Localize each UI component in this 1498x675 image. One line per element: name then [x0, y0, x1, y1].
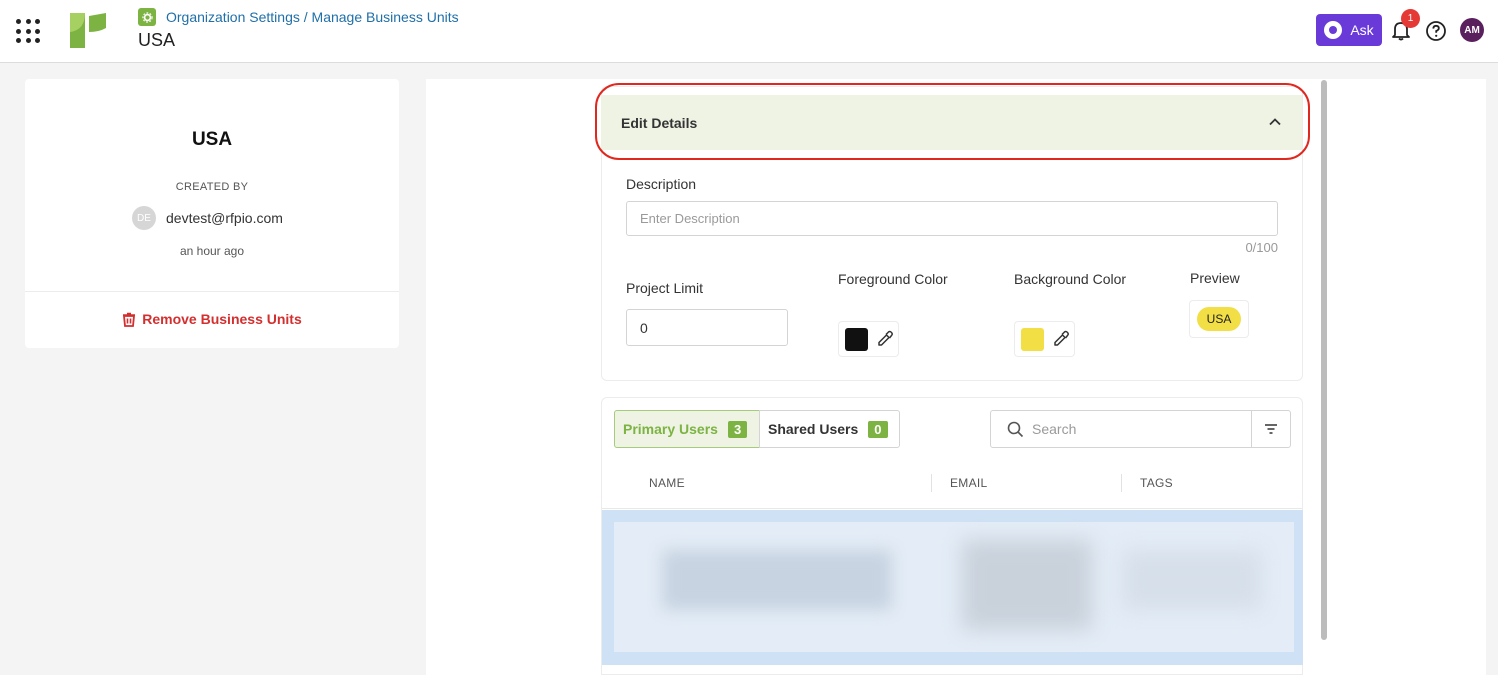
breadcrumb-separator: /	[299, 9, 312, 25]
column-header-tags[interactable]: TAGS	[1140, 476, 1173, 490]
unit-name: USA	[191, 129, 233, 150]
foreground-swatch	[845, 327, 868, 351]
edit-details-header[interactable]: Edit Details	[601, 95, 1302, 150]
column-divider	[1121, 474, 1122, 492]
description-input[interactable]	[626, 201, 1278, 236]
redacted-user-rows	[602, 510, 1303, 665]
description-char-count: 0/100	[1245, 240, 1278, 255]
search-input[interactable]	[1032, 421, 1232, 437]
settings-gear-icon	[138, 8, 156, 26]
project-limit-label: Project Limit	[626, 280, 704, 296]
table-header-divider	[602, 508, 1302, 509]
created-by-label: CREATED BY	[175, 181, 249, 193]
filter-button[interactable]	[1251, 410, 1291, 448]
column-divider	[931, 474, 932, 492]
tab-count-badge: 0	[868, 420, 888, 438]
background-color-label: Background Color	[1014, 271, 1127, 287]
notification-count-badge: 1	[1401, 9, 1420, 28]
preview-label: Preview	[1190, 270, 1240, 286]
breadcrumb-org-settings-link[interactable]: Organization Settings	[166, 9, 300, 25]
user-search-box[interactable]	[990, 410, 1252, 448]
tab-primary-users[interactable]: Primary Users 3	[614, 410, 760, 448]
remove-business-units-button[interactable]: Remove Business Units	[25, 311, 399, 327]
foreground-color-label: Foreground Color	[838, 271, 948, 287]
trash-icon	[123, 312, 136, 327]
project-limit-input[interactable]	[626, 309, 788, 346]
remove-label: Remove Business Units	[142, 311, 302, 327]
user-avatar[interactable]: AM	[1460, 18, 1484, 42]
ask-assistant-icon	[1324, 21, 1343, 39]
page-title: USA	[138, 30, 176, 50]
tab-count-badge: 3	[727, 420, 748, 438]
foreground-color-picker[interactable]	[838, 321, 899, 357]
column-header-email[interactable]: EMAIL	[950, 476, 988, 490]
description-label: Description	[626, 176, 697, 192]
card-divider	[25, 291, 399, 292]
tab-label: Shared Users	[768, 421, 859, 437]
breadcrumb: Organization Settings / Manage Business …	[138, 8, 459, 26]
business-unit-summary-card: USA CREATED BY DE devtest@rfpio.com an h…	[25, 79, 399, 348]
creator-avatar: DE	[132, 206, 156, 230]
top-header: Organization Settings / Manage Business …	[0, 0, 1498, 63]
breadcrumb-manage-units-link[interactable]: Manage Business Units	[312, 9, 459, 25]
brand-logo[interactable]	[69, 12, 107, 50]
eyedropper-icon[interactable]	[876, 330, 894, 348]
tab-label: Primary Users	[623, 421, 718, 437]
ask-button[interactable]: Ask	[1316, 14, 1382, 46]
vertical-scrollbar[interactable]	[1321, 80, 1327, 640]
created-time: an hour ago	[179, 244, 245, 258]
preview-box: USA	[1189, 300, 1249, 338]
help-icon[interactable]	[1425, 20, 1447, 42]
background-color-picker[interactable]	[1014, 321, 1075, 357]
app-launcher-icon[interactable]	[16, 19, 40, 43]
filter-icon	[1265, 424, 1277, 434]
background-swatch	[1021, 327, 1044, 351]
eyedropper-icon[interactable]	[1052, 330, 1070, 348]
ask-label: Ask	[1350, 22, 1374, 38]
creator-info: DE devtest@rfpio.com	[132, 206, 283, 230]
edit-details-title: Edit Details	[621, 114, 698, 131]
tab-shared-users[interactable]: Shared Users 0	[759, 410, 900, 448]
creator-email: devtest@rfpio.com	[166, 210, 283, 226]
chevron-up-icon[interactable]	[1268, 115, 1282, 129]
column-header-name[interactable]: NAME	[649, 476, 685, 490]
preview-badge: USA	[1196, 307, 1242, 331]
search-icon	[1007, 421, 1024, 437]
